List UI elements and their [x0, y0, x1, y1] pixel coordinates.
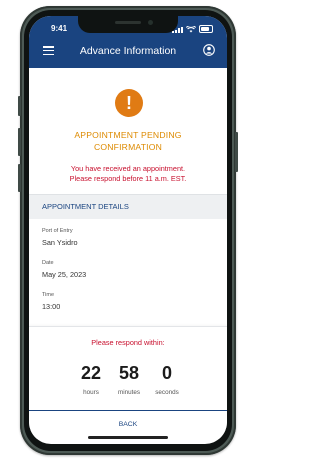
page-title: Advance Information — [79, 45, 177, 57]
user-circle-icon[interactable] — [203, 44, 215, 56]
time-value: 13:00 — [42, 302, 61, 311]
wifi-icon — [186, 26, 196, 33]
time-label: Time — [42, 292, 55, 298]
appointment-details-header: APPOINTMENT DETAILS — [29, 194, 227, 219]
phone-side-button — [18, 128, 21, 156]
port-of-entry-value: San Ysidro — [42, 238, 78, 247]
status-time: 9:41 — [51, 24, 68, 33]
pending-title: APPOINTMENT PENDING CONFIRMATION — [74, 130, 182, 152]
countdown-hours: 22 hours — [80, 363, 102, 396]
port-of-entry-label: Port of Entry — [42, 228, 73, 234]
date-label: Date — [42, 260, 54, 266]
countdown-panel: Please respond within: 22 hours 58 minut… — [29, 326, 227, 411]
date-value: May 25, 2023 — [42, 270, 87, 279]
countdown-minutes: 58 minutes — [117, 363, 141, 396]
phone-side-button — [235, 132, 238, 172]
countdown-seconds: 0 seconds — [155, 363, 179, 396]
exclamation-icon: ! — [115, 89, 143, 117]
notch — [78, 16, 178, 33]
back-button[interactable]: BACK — [29, 410, 227, 439]
battery-icon — [199, 25, 213, 33]
home-indicator — [88, 436, 168, 439]
phone-side-button — [18, 96, 21, 116]
countdown-title: Please respond within: — [91, 338, 165, 347]
app-screen: 9:41 Advance Information ! APPOINTMENT P… — [29, 16, 227, 444]
status-icons — [172, 25, 213, 33]
phone-side-button — [18, 164, 21, 192]
response-deadline-message: You have received an appointment. Please… — [69, 164, 187, 183]
